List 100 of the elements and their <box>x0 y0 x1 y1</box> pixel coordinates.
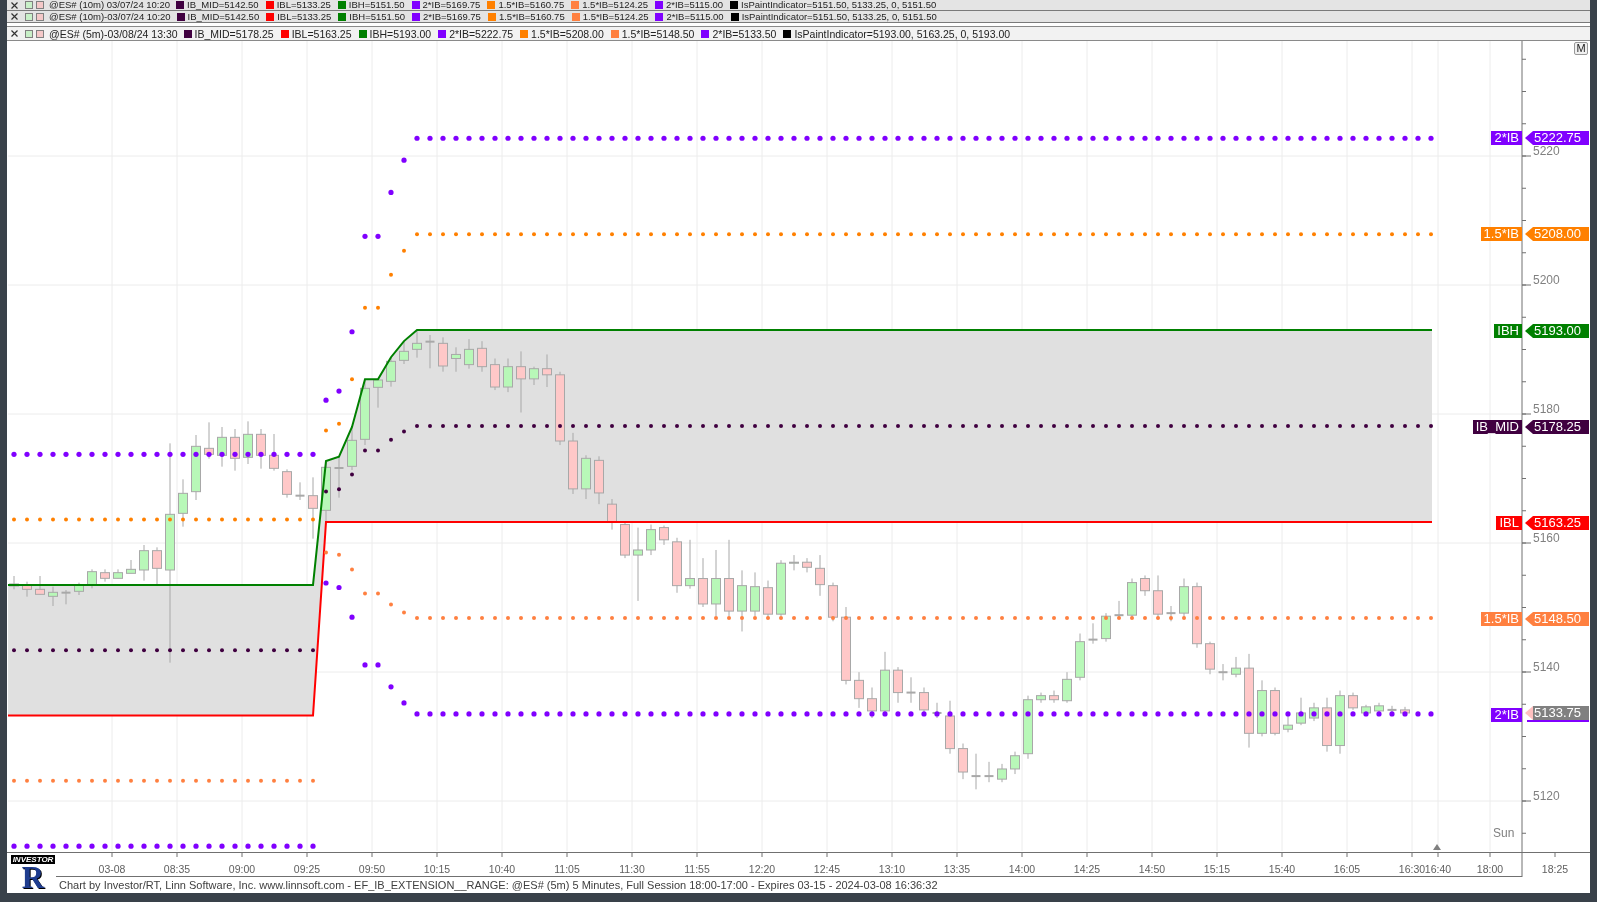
price-tag: 5222.75 <box>1525 131 1589 145</box>
candlestick <box>1348 692 1358 711</box>
candlestick <box>386 356 396 388</box>
time-label: 15:40 <box>1268 863 1296 875</box>
candlestick <box>217 426 227 468</box>
legend-text: 1.5*IB=5124.25 <box>582 0 648 10</box>
close-icon[interactable] <box>11 30 18 37</box>
candlestick <box>1374 702 1384 714</box>
time-label: 13:35 <box>943 863 971 875</box>
candlestick <box>958 743 968 780</box>
time-label: 08:35 <box>163 863 191 875</box>
time-label: 11:05 <box>554 863 580 875</box>
square-icon[interactable] <box>36 29 44 38</box>
legend-text: 2*IB=5115.00 <box>666 11 724 22</box>
square-icon[interactable] <box>36 12 44 21</box>
square-icon[interactable] <box>36 1 44 9</box>
candlestick <box>282 468 292 499</box>
level-label: 2*IB <box>1491 131 1522 145</box>
candlestick <box>178 478 188 528</box>
time-label: 18:00 <box>1476 863 1504 875</box>
candlestick <box>1140 574 1150 597</box>
candlestick <box>126 559 136 574</box>
candlestick <box>464 338 474 370</box>
candlestick <box>568 432 578 495</box>
candlestick <box>256 428 266 470</box>
candlestick <box>1217 663 1229 681</box>
chart-title: @ES# (5m)-03/08/24 13:30 <box>49 27 178 40</box>
candlestick <box>1257 679 1267 737</box>
level-label: 2*IB <box>1491 708 1522 722</box>
candlestick <box>1205 641 1215 675</box>
square-icon[interactable] <box>25 29 33 38</box>
time-label: 03-08 <box>98 863 126 875</box>
square-icon[interactable] <box>25 12 33 21</box>
candlestick <box>594 455 604 505</box>
time-label: 16:30 <box>1398 863 1426 875</box>
candlestick <box>9 575 19 590</box>
price-tag: 5178.25 <box>1525 420 1589 434</box>
candlestick <box>815 554 825 597</box>
candlestick <box>87 568 97 589</box>
price-tag: 5208.00 <box>1525 227 1589 241</box>
candlestick <box>490 358 500 391</box>
candlestick <box>294 481 306 501</box>
legend-text: IB_MID=5142.50 <box>187 0 259 10</box>
close-icon[interactable] <box>11 1 18 9</box>
time-label: 12:20 <box>748 863 776 875</box>
pane-title: @ES# (10m) 03/07/24 10:20 <box>49 0 171 10</box>
candlestick <box>1296 697 1306 726</box>
candlestick <box>230 428 240 472</box>
candlestick <box>139 544 149 582</box>
level-label: IB_MID <box>1472 420 1522 434</box>
candlestick <box>1165 605 1177 622</box>
candlestick <box>711 549 721 617</box>
candlestick <box>529 366 539 386</box>
price-label: 5160 <box>1533 530 1560 545</box>
candlestick <box>672 537 682 594</box>
time-label: 12:45 <box>813 863 841 875</box>
candlestick <box>373 378 383 409</box>
candlestick <box>152 546 162 586</box>
candlestick <box>919 687 929 714</box>
candlestick <box>1179 578 1189 618</box>
candlestick <box>763 580 773 618</box>
candlestick <box>880 651 890 714</box>
candlestick <box>945 700 955 755</box>
pane-title: @ES# (10m)-03/07/24 10:20 <box>49 11 171 22</box>
legend-text: IB_MID=5178.25 <box>194 27 274 40</box>
legend-text: 2*IB=5169.75 <box>422 0 481 10</box>
candlestick <box>74 582 84 596</box>
price-tag: 5193.00 <box>1525 324 1589 338</box>
candlestick <box>451 346 461 373</box>
candlestick <box>516 350 526 413</box>
legend-text: IBL=5163.25 <box>291 27 352 40</box>
candlestick <box>1322 697 1332 753</box>
candlestick <box>1153 574 1163 618</box>
close-icon[interactable] <box>11 13 18 20</box>
time-label: 14:00 <box>1008 863 1036 875</box>
candlestick <box>60 589 72 605</box>
legend-text: 2*IB=5133.50 <box>712 27 777 40</box>
candlestick <box>737 569 747 632</box>
price-label: 5220 <box>1533 143 1560 158</box>
candlestick <box>1010 751 1020 775</box>
level-label: IBL <box>1496 516 1522 530</box>
price-label: 5200 <box>1533 272 1560 287</box>
legend-text: 1.5*IB=5208.00 <box>531 27 604 40</box>
candlestick <box>113 568 123 579</box>
level-label: 1.5*IB <box>1480 612 1522 626</box>
axis-button[interactable]: M <box>1574 42 1588 55</box>
candlestick <box>698 557 708 608</box>
time-label: 16:05 <box>1333 863 1361 875</box>
price-tag: 5163.25 <box>1525 516 1589 530</box>
candlestick <box>1270 687 1280 736</box>
square-icon[interactable] <box>25 1 33 9</box>
candlestick <box>581 454 591 500</box>
candlestick <box>905 676 917 704</box>
legend-text: 1.5*IB=5160.75 <box>498 0 565 10</box>
candlestick <box>308 476 318 540</box>
candlestick <box>438 336 448 373</box>
candlestick <box>412 329 422 359</box>
candlestick <box>35 575 45 595</box>
time-label: 11:55 <box>684 863 710 875</box>
candlestick <box>750 571 760 617</box>
